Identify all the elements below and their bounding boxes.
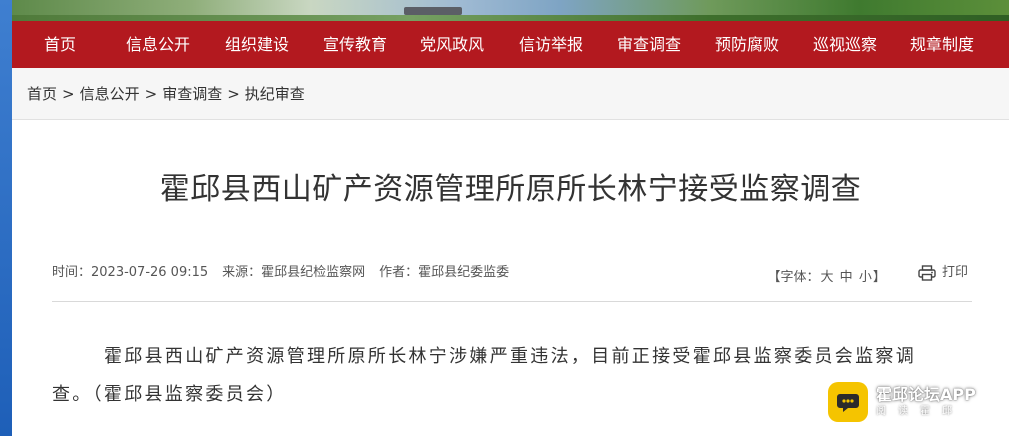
chat-bubble-icon: [837, 394, 859, 412]
breadcrumb-investigation[interactable]: 审查调查: [162, 85, 222, 103]
nav-item-petition[interactable]: 信访举报: [519, 21, 583, 68]
font-size-large[interactable]: 大: [821, 270, 834, 285]
app-logo: [828, 382, 868, 422]
app-name: 霍邱论坛APP: [876, 385, 976, 404]
printer-icon: [918, 265, 936, 281]
meta-divider: [52, 301, 972, 302]
header-banner-image: [12, 0, 1009, 21]
banner-boat: [404, 7, 462, 15]
breadcrumb-discipline-review[interactable]: 执纪审查: [245, 85, 305, 103]
font-size-small[interactable]: 小: [859, 270, 872, 285]
breadcrumb-separator: >: [144, 85, 158, 103]
nav-item-regulations[interactable]: 规章制度: [910, 21, 974, 68]
font-size-control: 【字体：大 中 小】: [767, 270, 886, 285]
breadcrumb-home[interactable]: 首页: [27, 85, 57, 103]
print-button[interactable]: 打印: [918, 263, 968, 283]
app-slogan: 阅读霍邱: [876, 406, 964, 417]
nav-item-info-disclosure[interactable]: 信息公开: [126, 21, 190, 68]
breadcrumb-separator: >: [227, 85, 240, 103]
print-label: 打印: [941, 265, 968, 280]
font-size-medium[interactable]: 中: [840, 270, 853, 285]
nav-item-organization[interactable]: 组织建设: [225, 21, 289, 68]
article-meta: 时间：2023-07-26 09:15 来源：霍邱县纪检监察网 作者：霍邱县纪委监委…: [52, 263, 972, 285]
nav-item-inspection[interactable]: 巡视巡察: [813, 21, 877, 68]
main-nav: 首页 信息公开 组织建设 宣传教育 党风政风 信访举报 审查调查 预防腐败 巡视…: [12, 21, 1009, 68]
nav-item-party-conduct[interactable]: 党风政风: [420, 21, 484, 68]
nav-item-investigation[interactable]: 审查调查: [617, 21, 681, 68]
left-edge-strip: [0, 0, 12, 436]
breadcrumb-bar: 首页 > 信息公开 > 审查调查 > 执纪审查: [12, 68, 1009, 120]
nav-item-publicity[interactable]: 宣传教育: [323, 21, 387, 68]
nav-item-anti-corruption[interactable]: 预防腐败: [715, 21, 779, 68]
breadcrumb-separator: >: [62, 85, 75, 103]
article-author: 作者：霍邱县纪委监委: [379, 265, 510, 280]
article-source: 来源：霍邱县纪检监察网: [222, 265, 366, 280]
app-promo-badge[interactable]: 霍邱论坛APP 阅读霍邱: [828, 379, 998, 425]
article-title: 霍邱县西山矿产资源管理所原所长林宁接受监察调查: [159, 172, 862, 207]
publish-time: 时间：2023-07-26 09:15: [52, 265, 209, 280]
breadcrumb-info-disclosure[interactable]: 信息公开: [80, 85, 140, 103]
nav-item-home[interactable]: 首页: [44, 21, 76, 68]
breadcrumb: 首页 > 信息公开 > 审查调查 > 执纪审查: [27, 84, 305, 104]
article-body: 霍邱县西山矿产资源管理所原所长林宁涉嫌严重违法，目前正接受霍邱县监察委员会监察调…: [52, 346, 916, 405]
